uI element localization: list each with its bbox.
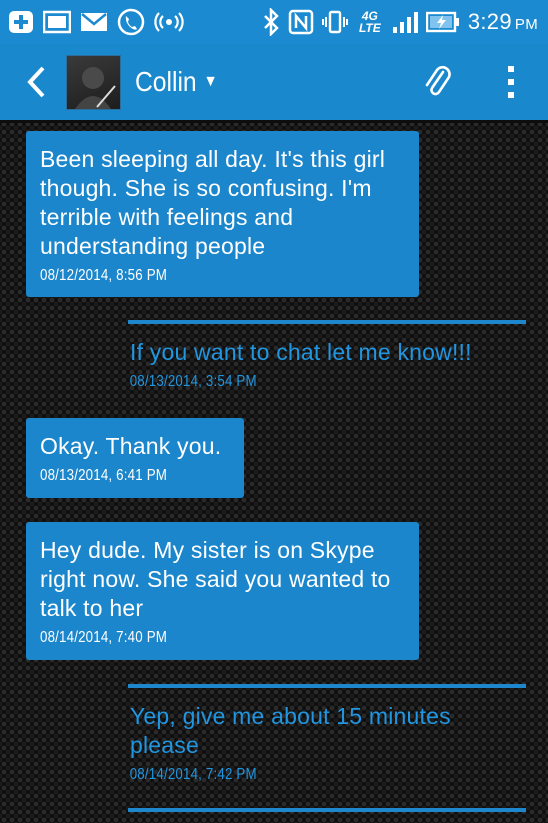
dropdown-caret-icon: ▼ (203, 73, 218, 90)
overflow-dot-icon (508, 92, 514, 98)
message-divider (128, 808, 526, 812)
attach-button[interactable] (418, 52, 458, 112)
back-button[interactable] (14, 44, 58, 120)
contact-avatar[interactable] (66, 54, 121, 110)
contact-name: Collin (135, 66, 197, 97)
add-notification-icon (8, 10, 34, 34)
battery-charging-icon (425, 11, 460, 33)
message-text: Okay. Thank you. (40, 433, 222, 459)
signal-icon (392, 10, 418, 34)
message-text: If you want to chat let me know!!! (130, 339, 472, 365)
messaging-screen: 4G LTE 3:29 PM Collin ▼ Been sleeping al… (0, 0, 548, 823)
back-arrow-icon (27, 66, 45, 98)
message-text: Hey dude. My sister is on Skype right no… (40, 537, 391, 621)
outgoing-message-divider (128, 808, 526, 812)
outgoing-message[interactable]: If you want to chat let me know!!! 08/13… (128, 320, 526, 391)
vibrate-icon (321, 9, 348, 35)
outgoing-message[interactable]: Yep, give me about 15 minutes please 08/… (128, 684, 526, 784)
overflow-dot-icon (508, 66, 514, 72)
contact-name-dropdown[interactable]: Collin ▼ (135, 66, 218, 98)
message-timestamp: 08/14/2014, 7:42 PM (129, 766, 257, 783)
message-timestamp: 08/14/2014, 7:40 PM (40, 629, 168, 646)
message-timestamp: 08/13/2014, 3:54 PM (129, 373, 257, 390)
gallery-icon (43, 10, 71, 34)
bluetooth-icon (262, 8, 280, 36)
incoming-message[interactable]: Hey dude. My sister is on Skype right no… (26, 522, 419, 660)
conversation-header: Collin ▼ (0, 44, 548, 123)
hotspot-icon (154, 10, 184, 34)
message-timestamp: 08/12/2014, 8:56 PM (40, 267, 168, 284)
status-clock: 3:29 PM (467, 9, 538, 34)
nfc-icon (288, 9, 314, 35)
phone-call-icon (117, 8, 145, 36)
avatar-placeholder-icon (75, 66, 116, 109)
status-bar: 4G LTE 3:29 PM (0, 0, 548, 44)
overflow-menu-button[interactable] (496, 52, 526, 112)
network-type-icon: 4G LTE (358, 9, 381, 35)
paperclip-icon (425, 65, 451, 96)
message-text: Yep, give me about 15 minutes please (130, 703, 451, 758)
overflow-dot-icon (508, 79, 514, 85)
incoming-message[interactable]: Okay. Thank you. 08/13/2014, 6:41 PM (26, 418, 244, 498)
incoming-message[interactable]: Been sleeping all day. It's this girl th… (26, 131, 419, 297)
message-text: Been sleeping all day. It's this girl th… (40, 146, 386, 259)
mail-icon (80, 11, 108, 33)
message-timestamp: 08/13/2014, 6:41 PM (40, 467, 168, 484)
